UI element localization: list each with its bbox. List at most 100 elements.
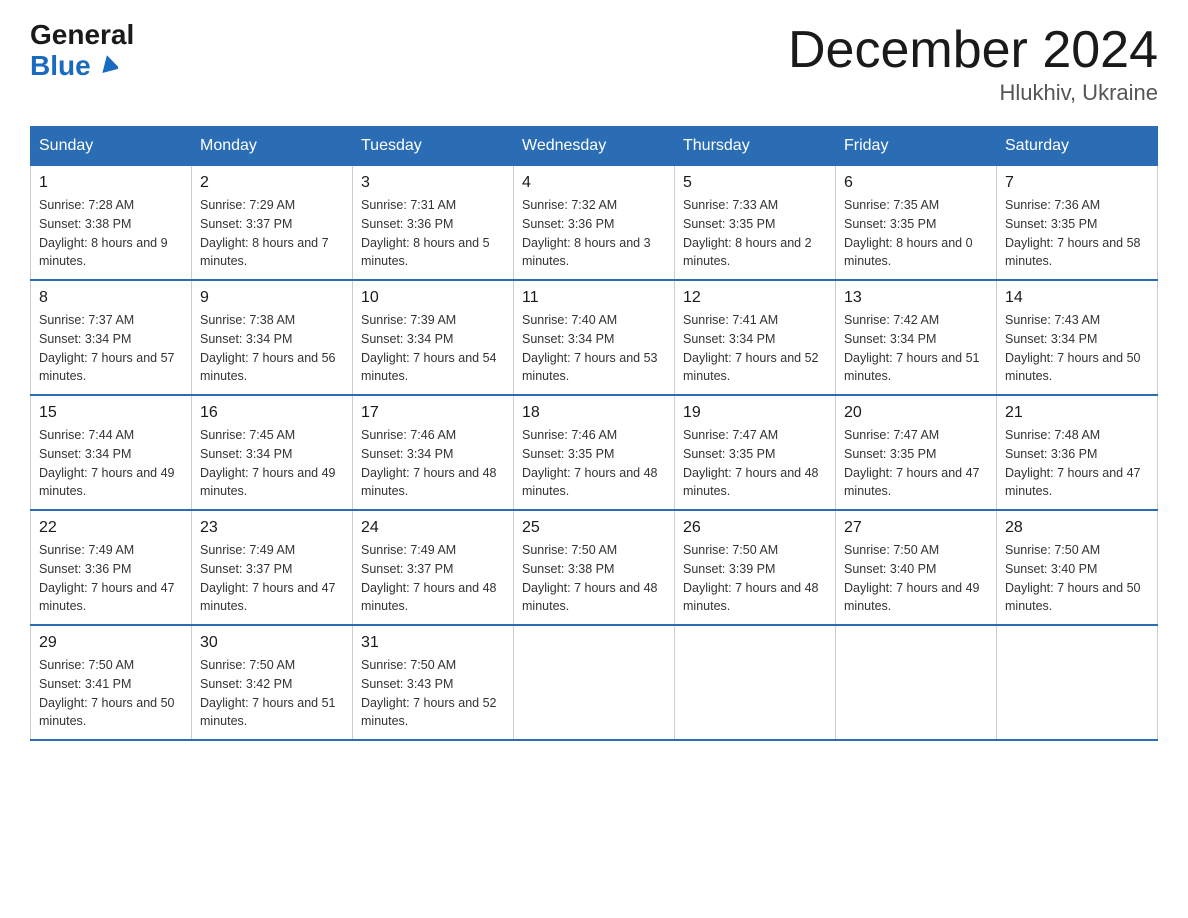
sunrise-text: Sunrise: 7:46 AM xyxy=(361,428,456,442)
day-number: 7 xyxy=(1005,174,1149,192)
daylight-text: Daylight: 7 hours and 57 minutes. xyxy=(39,351,175,384)
sunset-text: Sunset: 3:34 PM xyxy=(361,447,453,461)
calendar-week-row: 22 Sunrise: 7:49 AM Sunset: 3:36 PM Dayl… xyxy=(31,510,1158,625)
sunrise-text: Sunrise: 7:50 AM xyxy=(39,658,134,672)
daylight-text: Daylight: 7 hours and 50 minutes. xyxy=(1005,581,1141,614)
day-info: Sunrise: 7:49 AM Sunset: 3:37 PM Dayligh… xyxy=(361,541,505,616)
calendar-day-cell: 10 Sunrise: 7:39 AM Sunset: 3:34 PM Dayl… xyxy=(353,280,514,395)
daylight-text: Daylight: 8 hours and 0 minutes. xyxy=(844,236,973,269)
calendar-day-cell: 28 Sunrise: 7:50 AM Sunset: 3:40 PM Dayl… xyxy=(997,510,1158,625)
location-subtitle: Hlukhiv, Ukraine xyxy=(788,80,1158,106)
sunset-text: Sunset: 3:35 PM xyxy=(844,217,936,231)
daylight-text: Daylight: 8 hours and 7 minutes. xyxy=(200,236,329,269)
daylight-text: Daylight: 7 hours and 49 minutes. xyxy=(39,466,175,499)
day-number: 17 xyxy=(361,404,505,422)
day-number: 10 xyxy=(361,289,505,307)
daylight-text: Daylight: 7 hours and 48 minutes. xyxy=(522,466,658,499)
calendar-day-cell: 12 Sunrise: 7:41 AM Sunset: 3:34 PM Dayl… xyxy=(675,280,836,395)
day-info: Sunrise: 7:50 AM Sunset: 3:41 PM Dayligh… xyxy=(39,656,183,731)
sunset-text: Sunset: 3:36 PM xyxy=(361,217,453,231)
calendar-day-cell xyxy=(836,625,997,740)
daylight-text: Daylight: 7 hours and 49 minutes. xyxy=(200,466,336,499)
day-number: 30 xyxy=(200,634,344,652)
sunrise-text: Sunrise: 7:37 AM xyxy=(39,313,134,327)
sunset-text: Sunset: 3:35 PM xyxy=(522,447,614,461)
sunset-text: Sunset: 3:43 PM xyxy=(361,677,453,691)
sunrise-text: Sunrise: 7:41 AM xyxy=(683,313,778,327)
sunset-text: Sunset: 3:37 PM xyxy=(200,562,292,576)
calendar-day-cell: 15 Sunrise: 7:44 AM Sunset: 3:34 PM Dayl… xyxy=(31,395,192,510)
sunset-text: Sunset: 3:34 PM xyxy=(522,332,614,346)
calendar-day-cell: 2 Sunrise: 7:29 AM Sunset: 3:37 PM Dayli… xyxy=(192,166,353,281)
daylight-text: Daylight: 7 hours and 49 minutes. xyxy=(844,581,980,614)
calendar-day-cell: 14 Sunrise: 7:43 AM Sunset: 3:34 PM Dayl… xyxy=(997,280,1158,395)
logo-general: General xyxy=(30,20,134,51)
sunrise-text: Sunrise: 7:33 AM xyxy=(683,198,778,212)
day-number: 29 xyxy=(39,634,183,652)
day-info: Sunrise: 7:36 AM Sunset: 3:35 PM Dayligh… xyxy=(1005,196,1149,271)
sunset-text: Sunset: 3:35 PM xyxy=(844,447,936,461)
sunrise-text: Sunrise: 7:49 AM xyxy=(200,543,295,557)
calendar-day-cell: 21 Sunrise: 7:48 AM Sunset: 3:36 PM Dayl… xyxy=(997,395,1158,510)
calendar-day-cell: 9 Sunrise: 7:38 AM Sunset: 3:34 PM Dayli… xyxy=(192,280,353,395)
calendar-day-cell: 4 Sunrise: 7:32 AM Sunset: 3:36 PM Dayli… xyxy=(514,166,675,281)
sunrise-text: Sunrise: 7:50 AM xyxy=(683,543,778,557)
calendar-week-row: 1 Sunrise: 7:28 AM Sunset: 3:38 PM Dayli… xyxy=(31,166,1158,281)
sunrise-text: Sunrise: 7:45 AM xyxy=(200,428,295,442)
daylight-text: Daylight: 7 hours and 48 minutes. xyxy=(683,466,819,499)
logo-triangle-icon xyxy=(100,55,118,75)
sunrise-text: Sunrise: 7:49 AM xyxy=(39,543,134,557)
sunset-text: Sunset: 3:34 PM xyxy=(200,332,292,346)
weekday-header-friday: Friday xyxy=(836,127,997,166)
daylight-text: Daylight: 7 hours and 56 minutes. xyxy=(200,351,336,384)
day-info: Sunrise: 7:38 AM Sunset: 3:34 PM Dayligh… xyxy=(200,311,344,386)
day-info: Sunrise: 7:42 AM Sunset: 3:34 PM Dayligh… xyxy=(844,311,988,386)
calendar-table: SundayMondayTuesdayWednesdayThursdayFrid… xyxy=(30,126,1158,741)
daylight-text: Daylight: 7 hours and 47 minutes. xyxy=(844,466,980,499)
sunrise-text: Sunrise: 7:42 AM xyxy=(844,313,939,327)
day-number: 1 xyxy=(39,174,183,192)
calendar-body: 1 Sunrise: 7:28 AM Sunset: 3:38 PM Dayli… xyxy=(31,166,1158,741)
calendar-day-cell xyxy=(675,625,836,740)
daylight-text: Daylight: 7 hours and 52 minutes. xyxy=(361,696,497,729)
sunset-text: Sunset: 3:34 PM xyxy=(39,447,131,461)
day-number: 14 xyxy=(1005,289,1149,307)
weekday-header-thursday: Thursday xyxy=(675,127,836,166)
calendar-day-cell: 22 Sunrise: 7:49 AM Sunset: 3:36 PM Dayl… xyxy=(31,510,192,625)
day-number: 27 xyxy=(844,519,988,537)
calendar-week-row: 8 Sunrise: 7:37 AM Sunset: 3:34 PM Dayli… xyxy=(31,280,1158,395)
sunset-text: Sunset: 3:42 PM xyxy=(200,677,292,691)
day-number: 16 xyxy=(200,404,344,422)
sunset-text: Sunset: 3:38 PM xyxy=(522,562,614,576)
sunset-text: Sunset: 3:38 PM xyxy=(39,217,131,231)
calendar-day-cell: 6 Sunrise: 7:35 AM Sunset: 3:35 PM Dayli… xyxy=(836,166,997,281)
day-number: 15 xyxy=(39,404,183,422)
day-number: 3 xyxy=(361,174,505,192)
sunrise-text: Sunrise: 7:43 AM xyxy=(1005,313,1100,327)
sunrise-text: Sunrise: 7:36 AM xyxy=(1005,198,1100,212)
day-info: Sunrise: 7:41 AM Sunset: 3:34 PM Dayligh… xyxy=(683,311,827,386)
calendar-day-cell: 19 Sunrise: 7:47 AM Sunset: 3:35 PM Dayl… xyxy=(675,395,836,510)
weekday-header-monday: Monday xyxy=(192,127,353,166)
sunrise-text: Sunrise: 7:50 AM xyxy=(1005,543,1100,557)
day-number: 23 xyxy=(200,519,344,537)
calendar-day-cell: 29 Sunrise: 7:50 AM Sunset: 3:41 PM Dayl… xyxy=(31,625,192,740)
sunset-text: Sunset: 3:41 PM xyxy=(39,677,131,691)
day-info: Sunrise: 7:35 AM Sunset: 3:35 PM Dayligh… xyxy=(844,196,988,271)
sunrise-text: Sunrise: 7:50 AM xyxy=(844,543,939,557)
sunrise-text: Sunrise: 7:28 AM xyxy=(39,198,134,212)
day-number: 2 xyxy=(200,174,344,192)
sunset-text: Sunset: 3:35 PM xyxy=(683,217,775,231)
day-info: Sunrise: 7:29 AM Sunset: 3:37 PM Dayligh… xyxy=(200,196,344,271)
daylight-text: Daylight: 7 hours and 54 minutes. xyxy=(361,351,497,384)
day-info: Sunrise: 7:50 AM Sunset: 3:39 PM Dayligh… xyxy=(683,541,827,616)
day-info: Sunrise: 7:28 AM Sunset: 3:38 PM Dayligh… xyxy=(39,196,183,271)
day-info: Sunrise: 7:50 AM Sunset: 3:43 PM Dayligh… xyxy=(361,656,505,731)
sunset-text: Sunset: 3:35 PM xyxy=(683,447,775,461)
weekday-header-wednesday: Wednesday xyxy=(514,127,675,166)
daylight-text: Daylight: 7 hours and 58 minutes. xyxy=(1005,236,1141,269)
calendar-day-cell: 16 Sunrise: 7:45 AM Sunset: 3:34 PM Dayl… xyxy=(192,395,353,510)
day-number: 18 xyxy=(522,404,666,422)
day-number: 11 xyxy=(522,289,666,307)
day-number: 4 xyxy=(522,174,666,192)
